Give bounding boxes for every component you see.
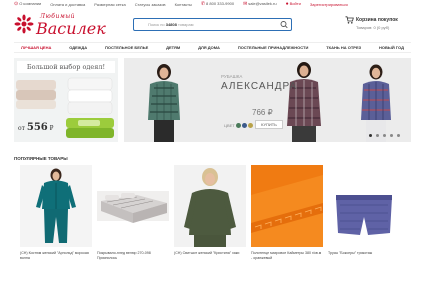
banner-colors-label: ЦВЕТ — [224, 123, 235, 128]
product-image[interactable] — [328, 165, 400, 247]
promo-title: Большой выбор одеял! — [17, 61, 115, 73]
cart-title: Корзина покупок — [356, 17, 398, 23]
login-link[interactable]: ●Войти — [286, 1, 301, 7]
carousel-dots — [369, 134, 400, 137]
color-swatch-yellow[interactable] — [248, 123, 253, 128]
product-name[interactable]: (CH) Свитшот женский "Кристина" хаки — [174, 251, 246, 256]
topbar-email[interactable]: ✉sale@vasilek.ru — [243, 1, 277, 7]
bedspread-image — [97, 165, 169, 247]
mail-icon: ✉ — [243, 1, 248, 7]
product-card[interactable]: (CH) Костюм женский "Арнольд" морская во… — [20, 165, 92, 277]
towel-image — [251, 165, 323, 247]
cart-summary: Товаров: 0 (0 руб) — [356, 25, 390, 30]
search-placeholder: Поиск по 34808 товарам — [148, 22, 194, 27]
product-card[interactable]: Трусы "Боксеры" трикотаж — [328, 165, 400, 277]
product-name[interactable]: Трусы "Боксеры" трикотаж — [328, 251, 400, 256]
color-swatch-blue[interactable] — [242, 123, 247, 128]
nav-item-bedding[interactable]: ПОСТЕЛЬНОЕ БЕЛЬЕ — [105, 45, 148, 50]
banner-price: 766 ₽ — [252, 108, 273, 117]
product-card[interactable]: Покрывало-плед велюр 270-098 Приснилось — [97, 165, 169, 277]
nav-item-fabric[interactable]: ТКАНЬ НА ОТРЕЗ — [326, 45, 361, 50]
tracksuit-image — [20, 165, 92, 247]
carousel-dot[interactable] — [397, 134, 400, 137]
logo-name: Василек — [36, 19, 106, 38]
hero-banner[interactable]: РУБАШКА АЛЕКСАНДРА 766 ₽ ЦВЕТ КУПИТЬ — [124, 58, 411, 142]
banner-title: АЛЕКСАНДРА — [221, 81, 298, 92]
product-image[interactable] — [251, 165, 323, 247]
product-image[interactable] — [97, 165, 169, 247]
boxers-image — [328, 165, 400, 247]
phone-icon: ✆ — [200, 1, 206, 7]
topbar-link-about[interactable]: ⊙О компании — [14, 1, 41, 7]
product-name[interactable]: Покрывало-плед велюр 270-098 Приснилось — [97, 251, 169, 261]
promo-price: от 556 ₽ — [18, 122, 54, 133]
search-icon[interactable] — [279, 20, 289, 29]
topbar-link-delivery[interactable]: Оплата и доставка — [50, 2, 85, 7]
sweatshirt-image — [174, 165, 246, 247]
register-link[interactable]: Зарегистрироваться — [310, 2, 348, 7]
topbar-link-order-status[interactable]: Статусы заказов — [135, 2, 166, 7]
main-nav: ЛУЧШАЯ ЦЕНА ОДЕЖДА ПОСТЕЛЬНОЕ БЕЛЬЕ ДЕТЯ… — [14, 42, 411, 53]
banner-subtitle: РУБАШКА — [221, 74, 243, 79]
cart-icon — [345, 16, 354, 24]
nav-item-best-price[interactable]: ЛУЧШАЯ ЦЕНА — [21, 45, 51, 50]
promo-banner-blankets[interactable]: Большой выбор одеял! от 556 ₽ — [14, 58, 118, 142]
banner-buy-button[interactable]: КУПИТЬ — [255, 120, 283, 129]
nav-item-kids[interactable]: ДЕТЯМ — [166, 45, 180, 50]
cart-widget[interactable]: Корзина покупок Товаров: 0 (0 руб) — [345, 16, 415, 34]
product-image[interactable] — [20, 165, 92, 247]
nav-item-bedding-accessories[interactable]: ПОСТЕЛЬНЫЕ ПРИНАДЛЕЖНОСТИ — [238, 45, 309, 50]
product-image[interactable] — [174, 165, 246, 247]
carousel-dot[interactable] — [383, 134, 386, 137]
topbar-phone[interactable]: ✆8 800 333-9900 — [201, 1, 234, 7]
product-name[interactable]: (CH) Костюм женский "Арнольд" морская во… — [20, 251, 92, 261]
carousel-dot[interactable] — [390, 134, 393, 137]
search-input[interactable]: Поиск по 34808 товарам — [133, 18, 292, 31]
nav-item-new-year[interactable]: НОВЫЙ ГОД — [379, 45, 404, 50]
carousel-dot[interactable] — [369, 134, 372, 137]
topbar-link-sizes[interactable]: Размерная сетка — [94, 2, 125, 7]
product-name[interactable]: Полотенце махровое Кайметры 380 г/кв.м -… — [251, 251, 323, 261]
user-icon: ● — [285, 1, 289, 7]
top-bar: ⊙О компании Оплата и доставка Размерная … — [0, 0, 425, 8]
carousel-dot[interactable] — [376, 134, 379, 137]
info-icon: ⊙ — [14, 1, 19, 7]
nav-item-home[interactable]: ДЛЯ ДОМА — [198, 45, 220, 50]
nav-item-clothing[interactable]: ОДЕЖДА — [69, 45, 87, 50]
product-card[interactable]: Полотенце махровое Кайметры 380 г/кв.м -… — [251, 165, 323, 277]
hero-models-image — [148, 62, 391, 142]
popular-products-title: ПОПУЛЯРНЫЕ ТОВАРЫ — [14, 156, 68, 161]
color-swatch-green[interactable] — [236, 123, 241, 128]
product-card[interactable]: (CH) Свитшот женский "Кристина" хаки — [174, 165, 246, 277]
cornflower-logo-icon — [14, 14, 34, 34]
site-logo[interactable]: Любимый Василек — [14, 10, 106, 38]
topbar-link-contacts[interactable]: Контакты — [175, 2, 192, 7]
